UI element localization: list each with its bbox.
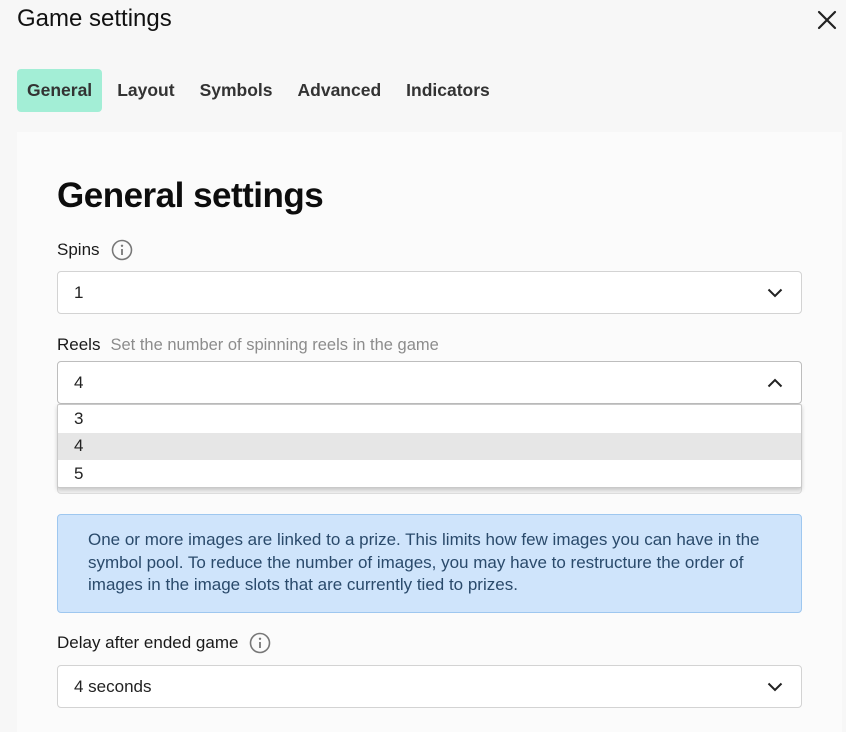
settings-panel: General settings Spins 1 Reels Set the n… bbox=[17, 132, 842, 732]
delay-value: 4 seconds bbox=[74, 676, 152, 696]
reels-option[interactable]: 5 bbox=[58, 460, 801, 488]
reels-option[interactable]: 3 bbox=[58, 405, 801, 433]
reels-value: 4 bbox=[74, 372, 84, 392]
reels-label-row: Reels Set the number of spinning reels i… bbox=[57, 335, 439, 355]
prize-notice: One or more images are linked to a prize… bbox=[57, 514, 802, 613]
delay-label: Delay after ended game bbox=[57, 633, 239, 652]
delay-label-row: Delay after ended game bbox=[57, 632, 271, 654]
spins-value: 1 bbox=[74, 282, 84, 302]
tab-advanced[interactable]: Advanced bbox=[288, 69, 392, 112]
tab-bar: General Layout Symbols Advanced Indicato… bbox=[17, 69, 505, 112]
tab-layout[interactable]: Layout bbox=[107, 69, 184, 112]
spins-label-row: Spins bbox=[57, 239, 133, 261]
close-icon bbox=[817, 10, 837, 30]
chevron-down-icon bbox=[767, 682, 783, 692]
spins-select[interactable]: 1 bbox=[57, 271, 802, 314]
spins-label: Spins bbox=[57, 240, 100, 259]
dialog-title: Game settings bbox=[17, 5, 172, 32]
reels-label: Reels bbox=[57, 335, 101, 354]
chevron-up-icon bbox=[767, 378, 783, 388]
tab-indicators[interactable]: Indicators bbox=[396, 69, 500, 112]
info-icon[interactable] bbox=[249, 632, 271, 654]
chevron-down-icon bbox=[767, 288, 783, 298]
close-button[interactable] bbox=[813, 6, 841, 34]
page-title: General settings bbox=[57, 176, 324, 215]
tab-symbols[interactable]: Symbols bbox=[190, 69, 283, 112]
delay-select[interactable]: 4 seconds bbox=[57, 665, 802, 708]
reels-option-selected[interactable]: 4 bbox=[58, 432, 801, 460]
tab-general[interactable]: General bbox=[17, 69, 103, 112]
reels-dropdown: 3 4 5 bbox=[57, 404, 802, 488]
reels-select[interactable]: 4 bbox=[57, 361, 802, 404]
reels-hint: Set the number of spinning reels in the … bbox=[110, 335, 439, 354]
info-icon[interactable] bbox=[111, 239, 133, 261]
